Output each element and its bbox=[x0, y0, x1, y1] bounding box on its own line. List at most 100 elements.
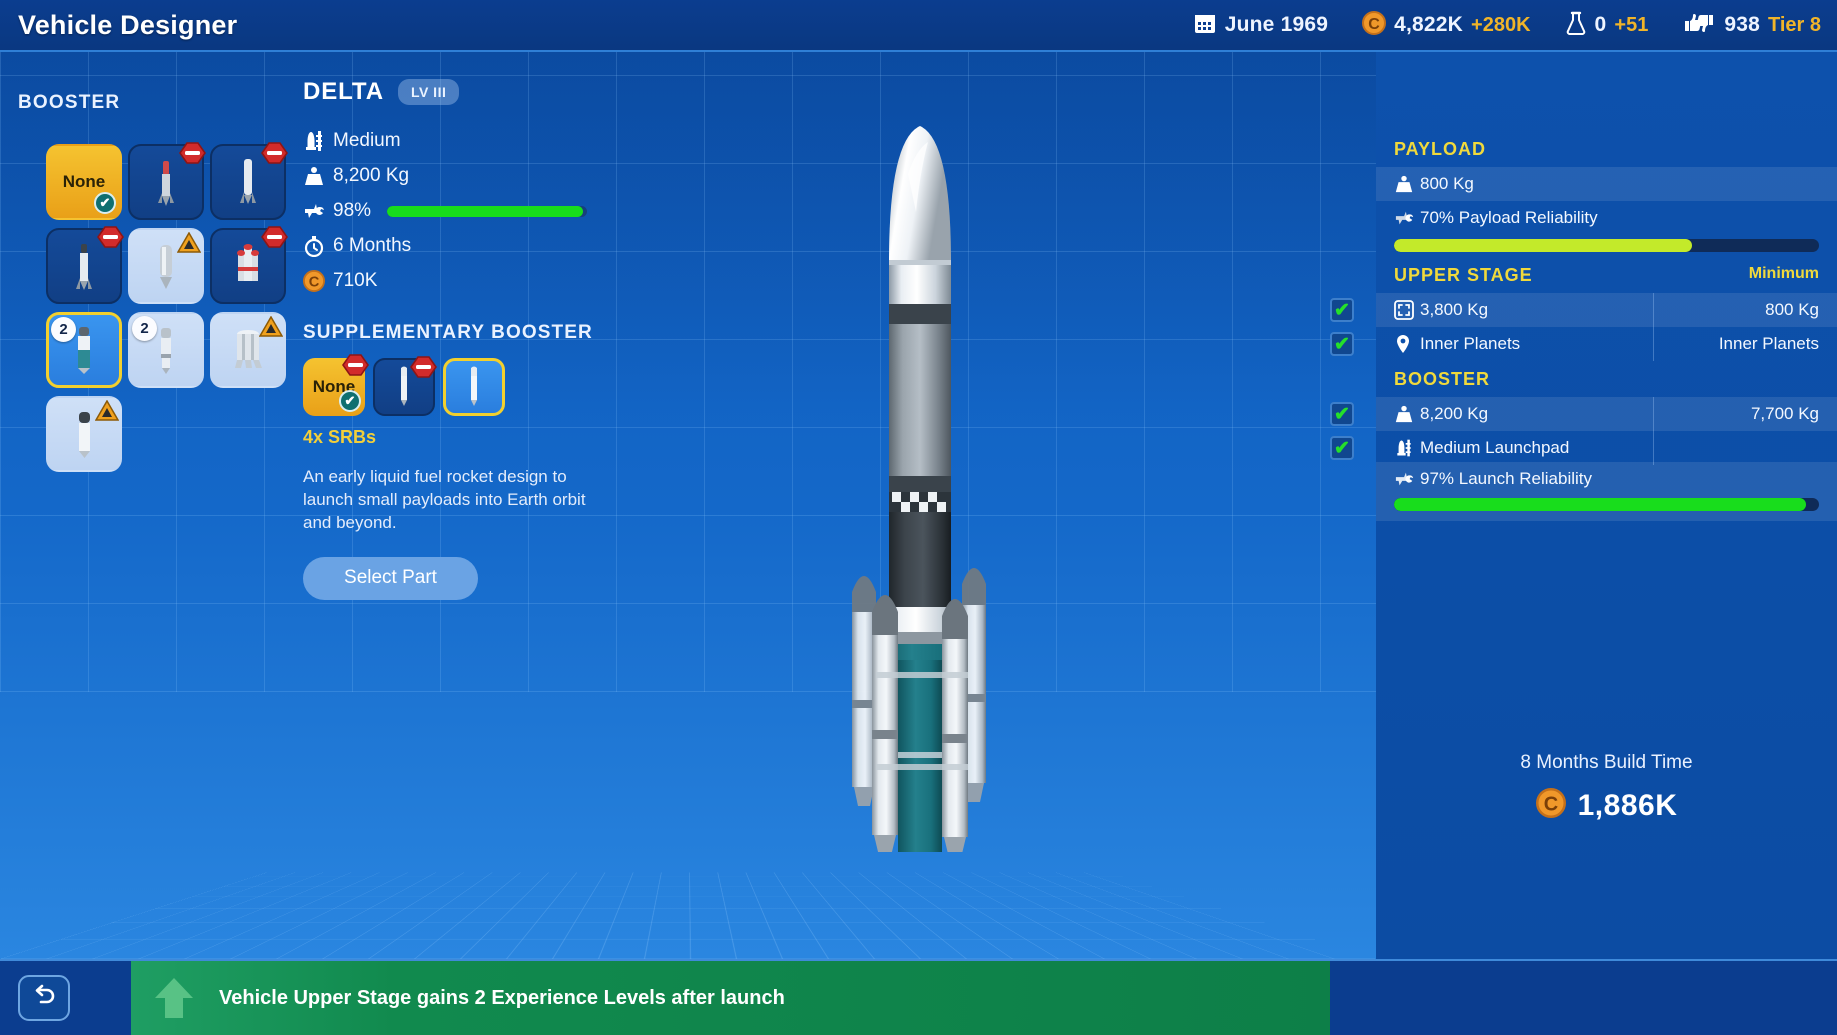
part-tile-booster-10[interactable] bbox=[46, 396, 122, 472]
upper-stage-size-min: 800 Kg bbox=[1765, 300, 1819, 319]
locked-icon bbox=[97, 225, 124, 249]
tier-value: Tier 8 bbox=[1768, 13, 1821, 36]
booster-section-label: BOOSTER bbox=[18, 92, 121, 113]
locked-icon bbox=[342, 353, 369, 377]
status-date[interactable]: June 1969 bbox=[1193, 11, 1328, 40]
upper-stage-size-value: 3,800 Kg bbox=[1420, 300, 1489, 319]
coin-icon: C bbox=[303, 270, 333, 292]
upper-stage-destination-value: Inner Planets bbox=[1420, 334, 1521, 353]
srb-note: 4x SRBs bbox=[303, 427, 377, 447]
launch-reliability-label: 97% Launch Reliability bbox=[1420, 469, 1592, 488]
check-icon: ✔ bbox=[1334, 333, 1350, 355]
viewport-grid-floor bbox=[0, 872, 1376, 959]
check-icon: ✔ bbox=[339, 390, 361, 412]
part-tile-booster-9[interactable] bbox=[210, 312, 286, 388]
payload-mass-value: 800 Kg bbox=[1420, 174, 1474, 193]
part-tile-booster-5[interactable] bbox=[128, 228, 204, 304]
check-icon: ✔ bbox=[1334, 299, 1350, 321]
flask-icon bbox=[1565, 11, 1587, 40]
part-info-panel: DELTA LV III Medium 8,200 Kg 98% 6 Month… bbox=[303, 78, 633, 600]
supplementary-booster-grid[interactable]: None ✔ bbox=[303, 354, 633, 416]
part-tile-booster-3[interactable] bbox=[210, 141, 288, 220]
payload-section-title: PAYLOAD bbox=[1394, 139, 1487, 159]
rocket-model[interactable] bbox=[790, 112, 1050, 896]
locked-icon bbox=[261, 141, 288, 165]
booster-mass-value: 8,200 Kg bbox=[1420, 404, 1489, 423]
date-value: June 1969 bbox=[1224, 13, 1329, 36]
part-tile-none-label: None bbox=[62, 172, 106, 191]
locked-icon bbox=[179, 141, 206, 165]
check-icon: ✔ bbox=[1334, 403, 1350, 425]
booster-mass-checkbox[interactable]: ✔ bbox=[1330, 402, 1354, 426]
undo-button[interactable] bbox=[18, 975, 70, 1021]
pin-icon bbox=[1394, 334, 1420, 354]
part-tile-booster-6[interactable] bbox=[210, 226, 288, 304]
check-icon: ✔ bbox=[94, 192, 116, 214]
wrench-icon bbox=[1394, 469, 1420, 489]
booster-mass-row: ✔ 8,200 Kg 7,700 Kg bbox=[1330, 397, 1837, 431]
weight-icon bbox=[1394, 174, 1420, 194]
booster-parts-grid[interactable]: None ✔ 2 2 bbox=[46, 141, 296, 472]
launch-reliability-fill bbox=[1394, 498, 1807, 511]
minimum-column-header: Minimum bbox=[1748, 265, 1819, 282]
status-money[interactable]: C 4,822K +280K bbox=[1362, 10, 1531, 40]
part-name-row: DELTA LV III bbox=[303, 78, 633, 106]
check-icon: ✔ bbox=[1334, 437, 1350, 459]
build-cost-row: C 1,886K bbox=[1535, 788, 1678, 823]
supp-tile-3-selected[interactable] bbox=[443, 358, 505, 416]
vehicle-designer-screen: Vehicle Designer June 1969 C 4,822K +280… bbox=[0, 0, 1837, 1035]
stat-reliability: 98% bbox=[303, 198, 633, 224]
column-divider bbox=[1653, 293, 1654, 327]
calendar-icon bbox=[1193, 11, 1217, 40]
stat-mass: 8,200 Kg bbox=[303, 163, 633, 189]
experience-toast: Vehicle Upper Stage gains 2 Experience L… bbox=[131, 961, 1330, 1035]
weight-icon bbox=[303, 165, 333, 187]
stat-launchpad: Medium bbox=[303, 128, 633, 154]
part-tile-booster-8[interactable]: 2 bbox=[128, 312, 204, 388]
supp-tile-2[interactable] bbox=[373, 355, 437, 416]
reputation-value: 938 bbox=[1724, 13, 1760, 36]
warning-icon bbox=[259, 316, 283, 338]
payload-reliability-row: 70% Payload Reliability bbox=[1376, 201, 1837, 235]
part-tile-booster-7-delta[interactable]: 2 bbox=[46, 312, 122, 388]
stat-cost: C 710K bbox=[303, 268, 633, 294]
part-tile-booster-4[interactable] bbox=[46, 225, 124, 304]
wrench-icon bbox=[1394, 208, 1420, 228]
build-summary: 8 Months Build Time C 1,886K bbox=[1376, 752, 1837, 823]
wrench-icon bbox=[303, 200, 333, 222]
stat-launchpad-value: Medium bbox=[333, 130, 401, 151]
part-level-badge: LV III bbox=[397, 79, 460, 105]
svg-text:C: C bbox=[309, 275, 320, 291]
part-tile-booster-2[interactable] bbox=[128, 141, 206, 220]
booster-launchpad-value: Medium Launchpad bbox=[1420, 438, 1570, 457]
coin-icon: C bbox=[1535, 788, 1566, 823]
launch-reliability-row: 97% Launch Reliability bbox=[1376, 462, 1837, 496]
size-icon bbox=[1394, 300, 1420, 320]
part-count-badge: 2 bbox=[132, 316, 157, 341]
weight-icon bbox=[1394, 404, 1420, 424]
status-reputation[interactable]: 938 Tier 8 bbox=[1682, 12, 1821, 39]
toast-message: Vehicle Upper Stage gains 2 Experience L… bbox=[219, 986, 785, 1009]
top-status-bar: Vehicle Designer June 1969 C 4,822K +280… bbox=[0, 0, 1837, 52]
svg-text:C: C bbox=[1368, 16, 1380, 33]
booster-launchpad-checkbox[interactable]: ✔ bbox=[1330, 436, 1354, 460]
upper-stage-destination-checkbox[interactable]: ✔ bbox=[1330, 332, 1354, 356]
upper-stage-destination-min: Inner Planets bbox=[1718, 334, 1819, 353]
launchpad-icon bbox=[1394, 438, 1420, 458]
svg-text:C: C bbox=[1543, 794, 1557, 816]
part-name: DELTA bbox=[303, 78, 384, 105]
stopwatch-icon bbox=[303, 235, 333, 257]
build-cost-value: 1,886K bbox=[1577, 788, 1678, 822]
select-part-button[interactable]: Select Part bbox=[303, 556, 478, 600]
part-tile-none[interactable]: None ✔ bbox=[46, 144, 122, 220]
launchpad-icon bbox=[303, 129, 333, 153]
upper-stage-size-checkbox[interactable]: ✔ bbox=[1330, 298, 1354, 322]
part-reliability-fill bbox=[387, 205, 584, 217]
locked-icon bbox=[410, 355, 437, 379]
supp-tile-none[interactable]: None ✔ bbox=[303, 354, 369, 416]
status-science[interactable]: 0 +51 bbox=[1565, 11, 1648, 40]
stat-cost-value: 710K bbox=[333, 270, 378, 291]
column-divider bbox=[1653, 327, 1654, 361]
upper-stage-size-row: ✔ 3,800 Kg 800 Kg bbox=[1330, 293, 1837, 327]
bottom-bar: Vehicle Upper Stage gains 2 Experience L… bbox=[0, 959, 1837, 1035]
